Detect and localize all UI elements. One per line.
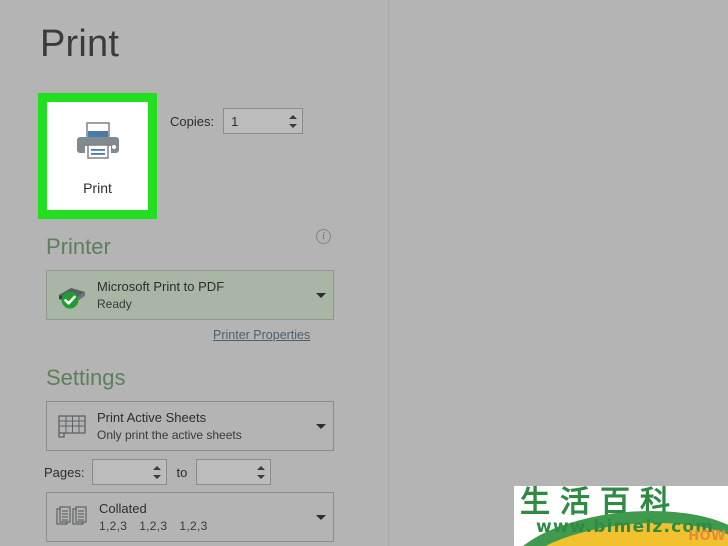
- copies-value[interactable]: 1: [224, 114, 286, 129]
- settings-section-heading: Settings: [46, 365, 126, 390]
- print-range-description: Only print the active sheets: [97, 427, 242, 442]
- print-range-select[interactable]: Print Active Sheets Only print the activ…: [46, 401, 334, 451]
- print-button-highlight: Print: [38, 93, 157, 219]
- print-preview-pane: [390, 0, 728, 546]
- copies-row: Copies: 1: [170, 108, 304, 134]
- printer-select-caret[interactable]: [309, 292, 333, 298]
- collate-seq-1: 1,2,3: [99, 518, 128, 533]
- info-icon[interactable]: i: [316, 229, 331, 244]
- copies-spinner-arrows[interactable]: [286, 109, 302, 133]
- print-range-text: Print Active Sheets Only print the activ…: [97, 409, 309, 443]
- printer-ready-icon: [55, 280, 89, 310]
- copies-stepper[interactable]: 1: [223, 108, 304, 134]
- collate-seq-2: 1,2,3: [139, 518, 168, 533]
- pages-from-spinner-arrows[interactable]: [150, 460, 166, 484]
- copies-label: Copies:: [170, 113, 215, 129]
- spinner-down-icon[interactable]: [256, 474, 265, 479]
- print-range-caret[interactable]: [309, 423, 333, 429]
- collation-sequence: 1,2,3 1,2,3 1,2,3: [99, 518, 309, 534]
- spreadsheet-icon: [55, 411, 89, 441]
- printer-select-text: Microsoft Print to PDF Ready: [97, 278, 309, 312]
- print-button[interactable]: Print: [47, 102, 148, 210]
- printer-select[interactable]: Microsoft Print to PDF Ready: [46, 270, 334, 320]
- page-title: Print: [40, 23, 120, 65]
- watermark-tagline: HOW: [688, 529, 726, 544]
- collate-icon: [55, 502, 91, 532]
- spinner-down-icon[interactable]: [288, 123, 297, 128]
- print-range-title: Print Active Sheets: [97, 410, 207, 426]
- spinner-up-icon[interactable]: [288, 114, 297, 119]
- printer-name: Microsoft Print to PDF: [97, 279, 225, 295]
- pages-label: Pages:: [44, 464, 85, 480]
- pages-from-stepper[interactable]: [92, 459, 168, 485]
- pages-range-row: Pages: to: [44, 459, 272, 485]
- collation-title: Collated: [99, 501, 147, 517]
- chevron-down-icon[interactable]: [316, 292, 326, 298]
- spinner-up-icon[interactable]: [152, 465, 161, 470]
- collation-select[interactable]: Collated 1,2,3 1,2,3 1,2,3: [46, 492, 334, 542]
- spinner-down-icon[interactable]: [152, 474, 161, 479]
- pages-to-spinner-arrows[interactable]: [254, 460, 270, 484]
- pages-to-label: to: [176, 464, 188, 480]
- pages-to-stepper[interactable]: [196, 459, 272, 485]
- collation-text: Collated 1,2,3 1,2,3 1,2,3: [99, 500, 309, 534]
- printer-icon: [75, 121, 121, 166]
- collate-seq-3: 1,2,3: [179, 518, 208, 533]
- print-backstage-pane: Print Print Copies: 1 Printer i Microsof…: [0, 0, 389, 546]
- chevron-down-icon[interactable]: [316, 514, 326, 520]
- printer-status: Ready: [97, 296, 132, 311]
- collation-caret[interactable]: [309, 514, 333, 520]
- printer-properties-link[interactable]: Printer Properties: [213, 328, 310, 342]
- watermark: 生活百科 www.bimeiz.com HOW: [514, 486, 728, 546]
- print-button-label: Print: [83, 179, 112, 196]
- spinner-up-icon[interactable]: [256, 465, 265, 470]
- printer-section-heading: Printer: [46, 234, 111, 259]
- chevron-down-icon[interactable]: [316, 423, 326, 429]
